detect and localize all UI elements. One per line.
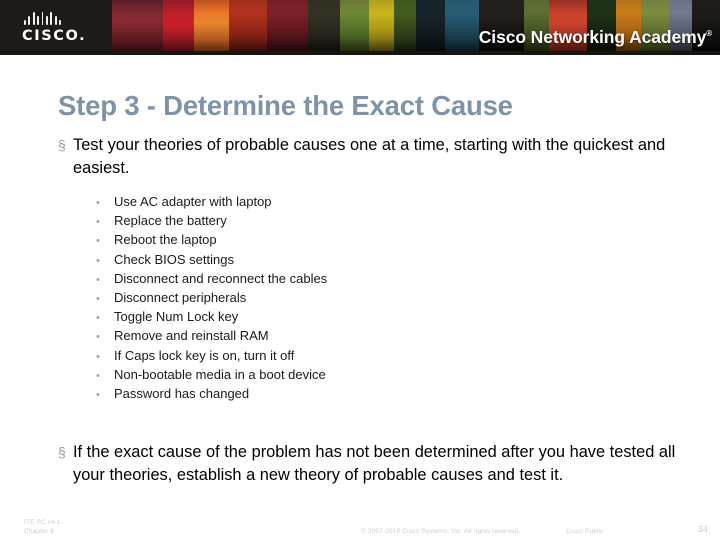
bullet-text-1: Test your theories of probable causes on… xyxy=(73,136,666,177)
footer-classification: Cisco Public xyxy=(566,528,604,535)
sub-bullet-text: Password has changed xyxy=(114,385,250,401)
sub-bullet-marker-icon: • xyxy=(96,216,100,229)
banner-photo-slice xyxy=(194,0,230,52)
banner-photo-slice xyxy=(112,0,163,52)
registered-trademark-icon: ® xyxy=(706,29,712,39)
list-item: • If Caps lock key is on, turn it off xyxy=(96,346,720,365)
sub-bullet-text: If Caps lock key is on, turn it off xyxy=(114,347,295,363)
bullet-text-2: If the exact cause of the problem has no… xyxy=(73,443,676,485)
page-title: Step 3 - Determine the Exact Cause xyxy=(58,90,513,121)
sub-bullet-text: Check BIOS settings xyxy=(114,251,234,267)
banner-photo-slice xyxy=(416,0,445,52)
sub-bullet-list: • Use AC adapter with laptop • Replace t… xyxy=(0,192,720,403)
sub-bullet-marker-icon: • xyxy=(96,235,100,248)
banner-photo-slice xyxy=(162,0,195,52)
cisco-logo: CISCO. xyxy=(22,12,106,44)
list-item: • Password has changed xyxy=(96,384,720,403)
list-item: • Remove and reinstall RAM xyxy=(96,326,720,345)
footer-course-name: ITE PC v4.1 xyxy=(24,519,61,526)
sub-bullet-marker-icon: • xyxy=(96,273,100,286)
list-item: • Reboot the laptop xyxy=(96,230,720,249)
banner-photo-slice xyxy=(229,0,268,52)
sub-bullet-marker-icon: • xyxy=(96,254,100,267)
sub-bullet-text: Disconnect and reconnect the cables xyxy=(114,270,328,286)
banner-photo-slice xyxy=(368,0,394,52)
list-item: • Non-bootable media in a boot device xyxy=(96,365,720,384)
sub-bullet-marker-icon: • xyxy=(96,369,100,382)
sub-bullet-marker-icon: • xyxy=(96,312,100,325)
list-item: • Use AC adapter with laptop xyxy=(96,192,720,211)
cisco-bridge-icon xyxy=(24,12,61,25)
cisco-wordmark: CISCO. xyxy=(22,28,86,44)
cisco-wordmark-text: CISCO xyxy=(22,28,80,44)
list-item: • Check BIOS settings xyxy=(96,250,720,269)
banner-photo-slice xyxy=(267,0,309,52)
slide-footer: ITE PC v4.1 Chapter 6 © 2007-2010 Cisco … xyxy=(0,506,720,540)
footer-page-number: 34 xyxy=(697,524,708,534)
slide-header-banner: CISCO. Cisco Networking Academy® xyxy=(0,0,720,55)
sub-bullet-marker-icon: • xyxy=(96,388,100,401)
bullet-item-2: § If the exact cause of the problem has … xyxy=(0,441,720,487)
sub-bullet-marker-icon: • xyxy=(96,197,100,209)
sub-bullet-text: Use AC adapter with laptop xyxy=(114,194,272,209)
sub-bullet-text: Remove and reinstall RAM xyxy=(114,328,269,344)
banner-bottom-edge xyxy=(0,51,720,55)
footer-course-info: ITE PC v4.1 Chapter 6 xyxy=(24,518,61,536)
footer-copyright: © 2007-2010 Cisco Systems, Inc. All righ… xyxy=(361,528,521,535)
bullet-marker-icon: § xyxy=(58,444,66,461)
bullet-marker-icon: § xyxy=(58,137,66,153)
networking-academy-label: Cisco Networking Academy® xyxy=(479,27,712,48)
banner-photo-slice xyxy=(393,0,417,52)
sub-bullet-text: Toggle Num Lock key xyxy=(114,309,239,325)
sub-bullet-text: Disconnect peripherals xyxy=(114,289,247,305)
banner-photo-slice xyxy=(308,0,341,52)
sub-bullet-text: Replace the battery xyxy=(114,213,227,229)
list-item: • Replace the battery xyxy=(96,211,720,230)
slide-body: § Test your theories of probable causes … xyxy=(0,134,720,487)
footer-chapter: Chapter 6 xyxy=(24,528,54,535)
sub-bullet-marker-icon: • xyxy=(96,350,100,363)
banner-photo-slice xyxy=(444,0,480,52)
bullet-item-1: § Test your theories of probable causes … xyxy=(0,134,720,180)
list-item: • Disconnect and reconnect the cables xyxy=(96,269,720,288)
presentation-slide: CISCO. Cisco Networking Academy® Step 3 … xyxy=(0,0,720,540)
sub-bullet-marker-icon: • xyxy=(96,292,100,305)
banner-photo-slice xyxy=(340,0,369,52)
cisco-wordmark-dot: . xyxy=(79,28,87,44)
list-item: • Toggle Num Lock key xyxy=(96,307,720,326)
sub-bullet-marker-icon: • xyxy=(96,331,100,344)
list-item: • Disconnect peripherals xyxy=(96,288,720,307)
sub-bullet-text: Non-bootable media in a boot device xyxy=(114,366,326,382)
sub-bullet-text: Reboot the laptop xyxy=(114,232,217,248)
networking-academy-text: Cisco Networking Academy xyxy=(478,27,707,47)
